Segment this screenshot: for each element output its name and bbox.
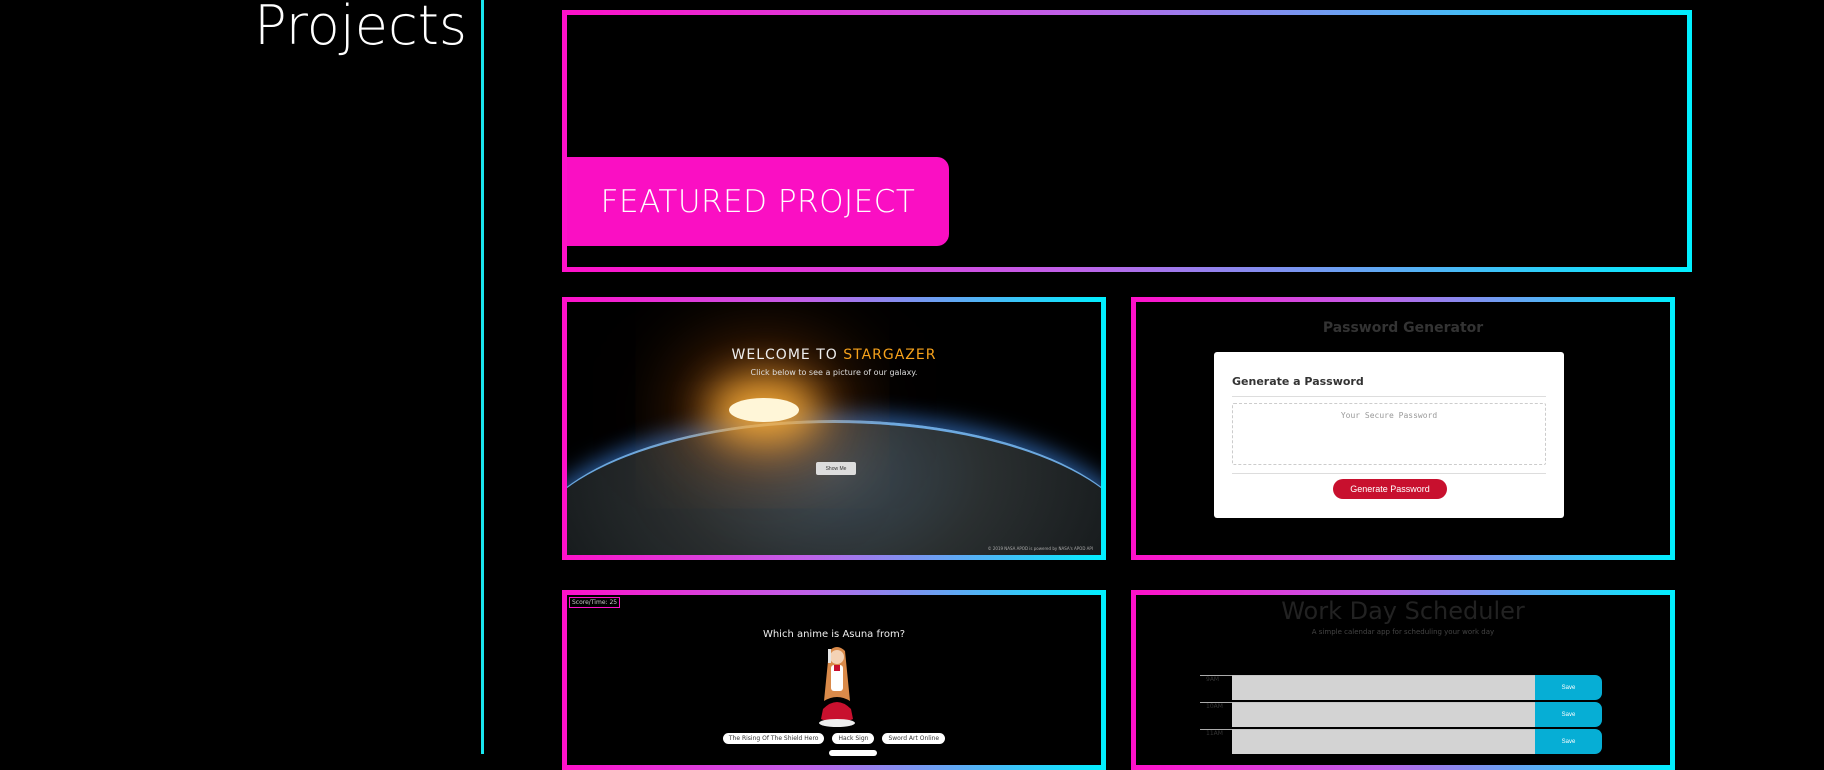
stargazer-screenshot: WELCOME TO STARGAZER Click below to see … [567,302,1101,555]
divider [1232,396,1546,397]
scheduler-subtitle: A simple calendar app for scheduling you… [1311,628,1495,636]
password-card-heading: Generate a Password [1232,375,1364,388]
project-card-stargazer[interactable]: WELCOME TO STARGAZER Click below to see … [562,297,1106,560]
project-card-password-generator[interactable]: Password Generator Generate a Password Y… [1131,297,1675,560]
stargazer-footer: © 2019 NASA APOD is powered by NASA's AP… [987,546,1093,551]
sunrise-glow-graphic [729,398,799,422]
time-block-row: 10AM Save [1200,702,1602,727]
quiz-option: Sword Art Online [882,733,946,744]
event-textarea [1232,702,1535,727]
quiz-question: Which anime is Asuna from? [762,629,906,640]
time-block-row: 11AM Save [1200,729,1602,754]
password-generator-title: Password Generator [1322,320,1484,336]
scheduler-header-rule [1136,657,1670,660]
featured-project-card[interactable]: FEATURED PROJECT [562,10,1692,272]
scheduler-screenshot: Work Day Scheduler A simple calendar app… [1136,595,1670,765]
password-generator-screenshot: Password Generator Generate a Password Y… [1136,302,1670,555]
hour-label: 9AM [1200,675,1232,700]
quiz-option: Hack Sign [832,733,875,744]
hour-label: 11AM [1200,729,1232,754]
save-button: Save [1535,702,1602,727]
section-title: Projects [254,0,467,57]
save-button: Save [1535,729,1602,754]
password-output-field: Your Secure Password [1232,403,1546,465]
earth-horizon-graphic [567,420,1101,555]
password-card: Generate a Password Your Secure Password… [1214,352,1564,518]
project-card-anime-quiz[interactable]: Score/Time: 25 Which anime is Asuna from… [562,590,1106,770]
password-placeholder: Your Secure Password [1340,411,1438,420]
scheduler-title: Work Day Scheduler [1281,597,1525,625]
featured-project-label: FEATURED PROJECT [567,157,949,246]
section-divider [481,0,484,754]
hour-label: 10AM [1200,702,1232,727]
quiz-option: The Rising Of The Shield Hero [722,733,825,744]
project-card-work-day-scheduler[interactable]: Work Day Scheduler A simple calendar app… [1131,590,1675,770]
anime-quiz-screenshot: Score/Time: 25 Which anime is Asuna from… [567,595,1101,765]
time-block-row: 9AM Save [1200,675,1602,700]
stargazer-heading: WELCOME TO STARGAZER [731,347,937,363]
divider [1232,473,1546,474]
quiz-option-partial [829,750,877,756]
save-button: Save [1535,675,1602,700]
event-textarea [1232,675,1535,700]
event-textarea [1232,729,1535,754]
generate-password-button: Generate Password [1333,479,1447,499]
quiz-options: The Rising Of The Shield Hero Hack Sign … [567,733,1101,744]
show-me-button: Show Me [816,462,856,475]
anime-character-image [819,647,855,727]
quiz-score-timer: Score/Time: 25 [569,597,621,608]
stargazer-subtitle: Click below to see a picture of our gala… [750,368,918,377]
